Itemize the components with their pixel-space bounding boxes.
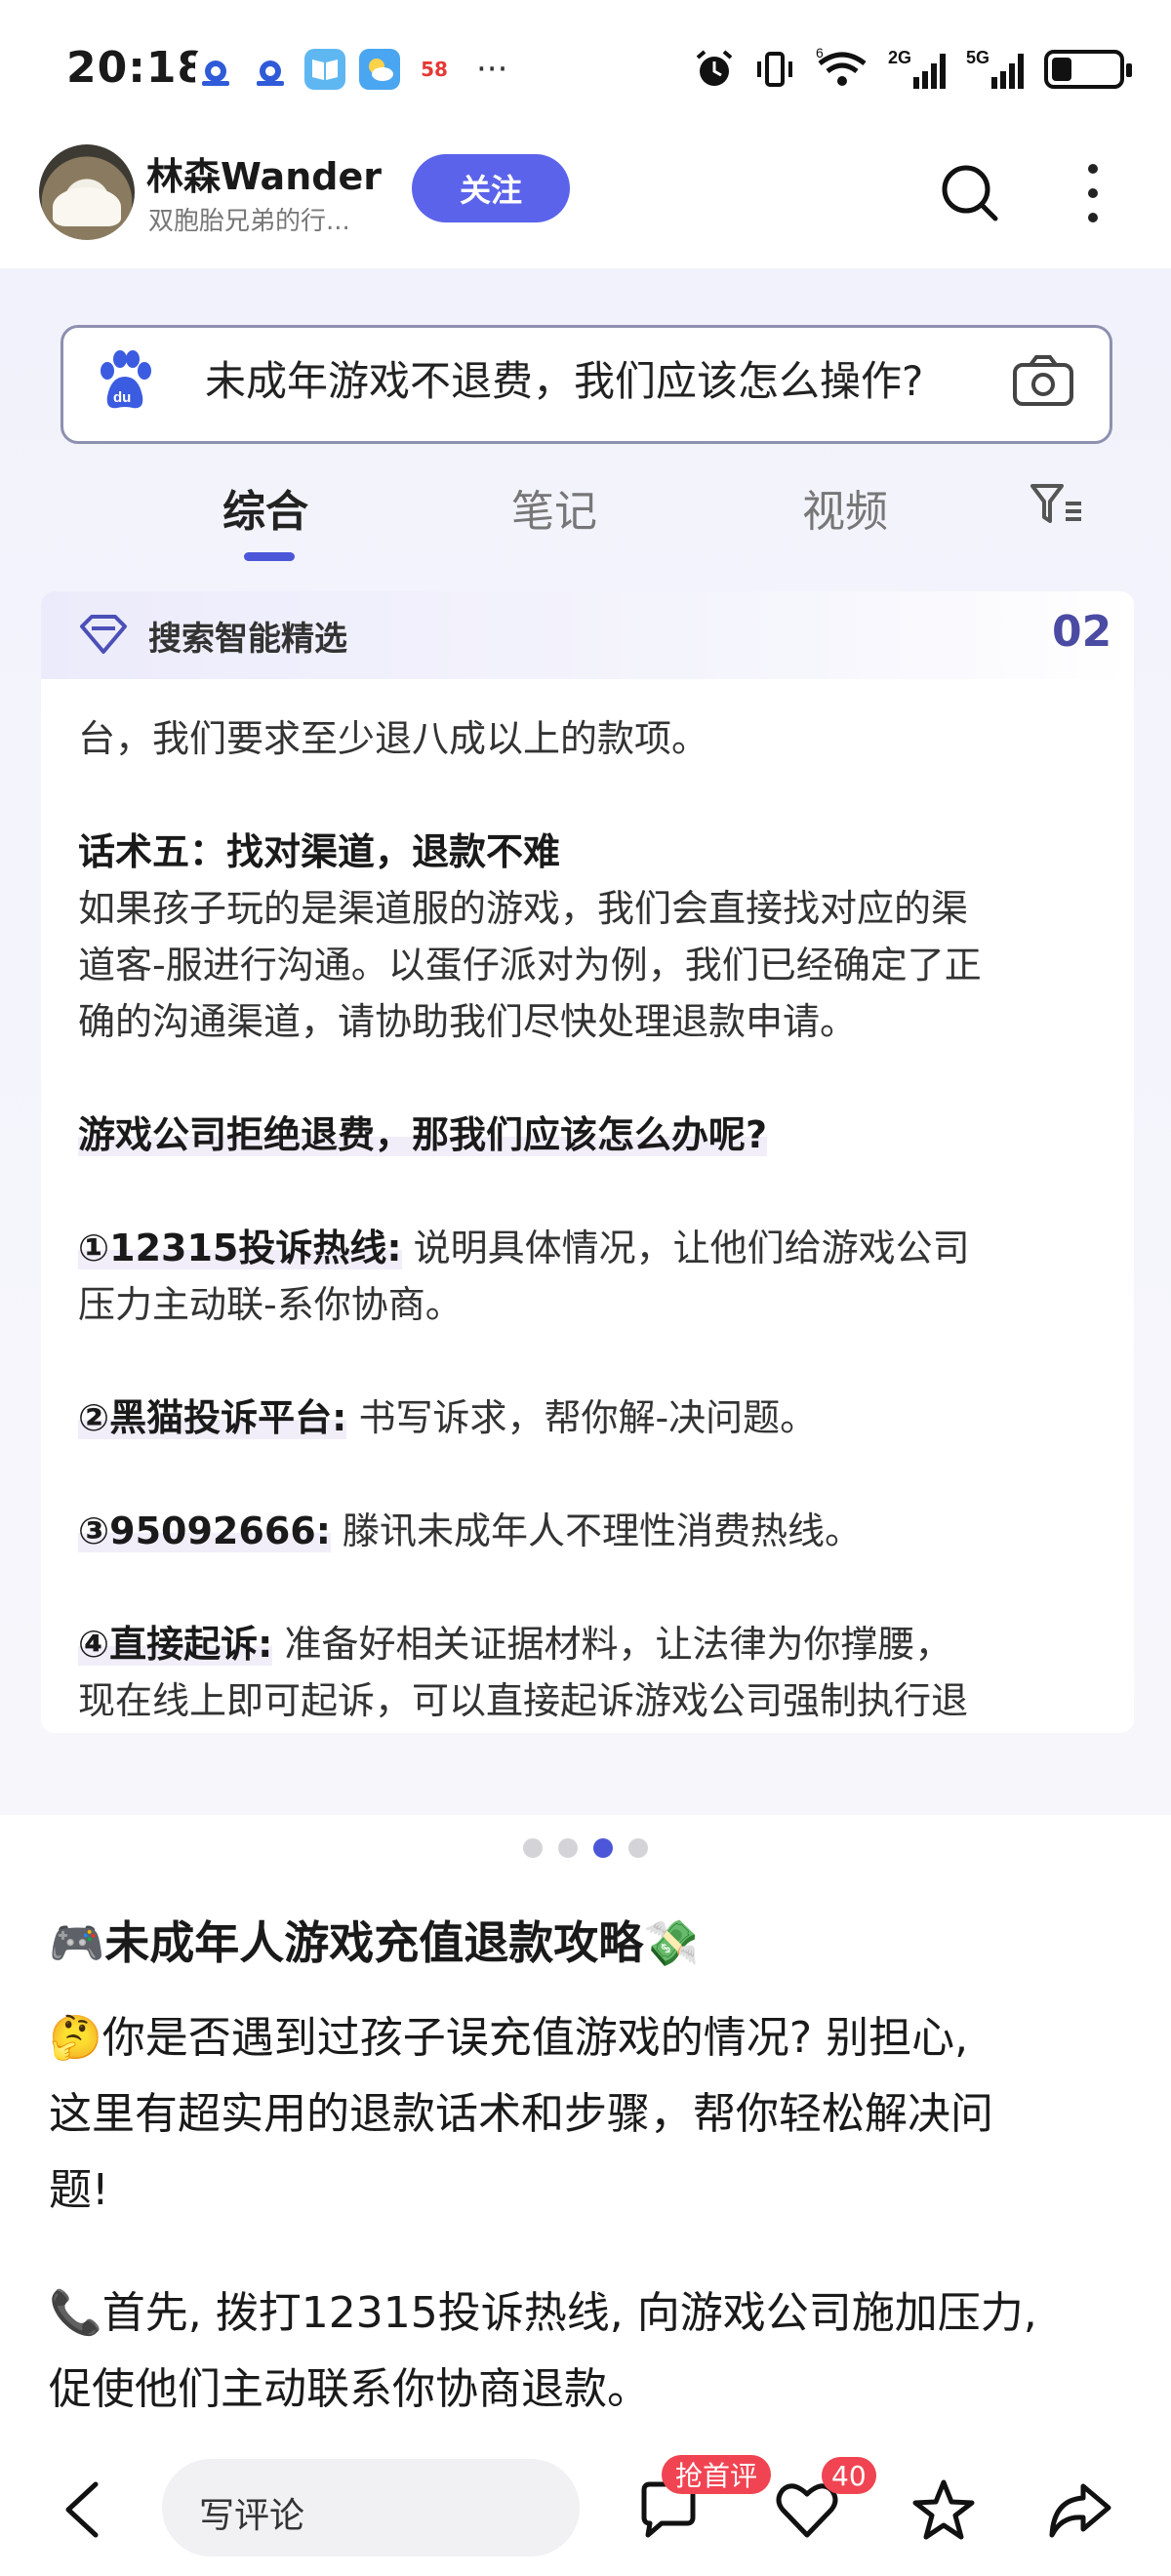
pagination-dot bbox=[593, 1838, 613, 1858]
money-emoji-icon: 💸 bbox=[643, 1916, 700, 1969]
pagination-dot bbox=[523, 1838, 543, 1858]
card-heading: 游戏公司拒绝退费，那我们应该怎么办呢? bbox=[78, 1105, 768, 1158]
ai-answer-card bbox=[41, 591, 1134, 1733]
card-item-title: ③95092666: bbox=[78, 1509, 331, 1552]
card-line: 道客-服进行沟通。以蛋仔派对为例，我们已经确定了正 bbox=[78, 944, 982, 986]
card-heading-highlight: 游戏公司拒绝退费，那我们应该怎么办呢? bbox=[78, 1113, 768, 1156]
card-item-title: ②黑猫投诉平台: bbox=[78, 1396, 347, 1439]
status-time: 20:18 bbox=[66, 43, 209, 93]
post-title: 🎮未成年人游戏充值退款攻略💸 bbox=[49, 1908, 700, 1972]
weather-icon bbox=[359, 49, 400, 90]
card-item-title: ①12315投诉热线: bbox=[78, 1227, 402, 1269]
camera-icon bbox=[1011, 351, 1075, 410]
comment-placeholder: 写评论 bbox=[199, 2496, 305, 2536]
status-app-icons: 58 ··· bbox=[195, 49, 507, 90]
baidu-paw-logo-icon: du bbox=[94, 349, 156, 418]
wifi-sub-label: 6 bbox=[816, 48, 824, 60]
back-arrow-icon[interactable] bbox=[59, 2478, 105, 2541]
thinking-emoji-icon: 🤔 bbox=[49, 2013, 102, 2063]
pagination-dot bbox=[628, 1838, 648, 1858]
share-icon[interactable] bbox=[1048, 2478, 1112, 2543]
svg-text:du: du bbox=[113, 389, 131, 406]
card-line: 压力主动联-系你协商。 bbox=[78, 1283, 463, 1326]
wifi-icon: 6 bbox=[814, 47, 870, 92]
author-avatar[interactable] bbox=[39, 144, 135, 240]
baidu-paw-icon bbox=[195, 49, 236, 90]
card-line: 如果孩子玩的是渠道服的游戏，我们会直接找对应的渠 bbox=[78, 887, 969, 930]
card-item: ①12315投诉热线: 说明具体情况，让他们给游戏公司 bbox=[78, 1218, 970, 1271]
card-item-text: 说明具体情况，让他们给游戏公司 bbox=[401, 1227, 970, 1269]
image-tab-video: 视频 bbox=[802, 487, 888, 537]
post-paragraph-line: 题! bbox=[49, 2165, 109, 2215]
card-line: 台，我们要求至少退八成以上的款项。 bbox=[78, 717, 709, 760]
card-item-text: 准备好相关证据材料，让法律为你撑腰， bbox=[272, 1623, 952, 1666]
baidu-paw-icon bbox=[250, 49, 291, 90]
card-line: 确的沟通渠道，请协助我们尽快处理退款申请。 bbox=[78, 1000, 858, 1043]
filter-icon bbox=[1029, 480, 1083, 529]
search-icon[interactable] bbox=[939, 162, 1001, 224]
author-name[interactable]: 林森Wander bbox=[146, 146, 382, 200]
card-item-title: ④直接起诉: bbox=[78, 1623, 273, 1666]
network-5g-label: 5G bbox=[966, 48, 989, 67]
ai-answer-card-title: 搜索智能精选 bbox=[148, 620, 347, 659]
more-options-icon[interactable] bbox=[1081, 164, 1105, 222]
image-tab-general: 综合 bbox=[222, 487, 308, 537]
book-icon bbox=[304, 49, 345, 90]
image-search-query: 未成年游戏不退费，我们应该怎么操作? bbox=[205, 357, 924, 405]
card-heading: 话术五：找对渠道，退款不难 bbox=[78, 830, 561, 873]
58-app-label: 58 bbox=[421, 58, 448, 81]
post-paragraph-line: 📞首先, 拨打12315投诉热线, 向游戏公司施加压力, bbox=[49, 2277, 1037, 2340]
diamond-icon bbox=[76, 613, 131, 656]
post-text: 你是否遇到过孩子误充值游戏的情况? 别担心, bbox=[101, 2013, 969, 2063]
ai-answer-page-number: 02 bbox=[1052, 607, 1112, 657]
post-paragraph-line: 🤔你是否遇到过孩子误充值游戏的情况? 别担心, bbox=[49, 2002, 968, 2065]
post-paragraph-line: 促使他们主动联系你协商退款。 bbox=[49, 2364, 650, 2414]
battery-icon bbox=[1044, 50, 1132, 89]
signal-2g-icon: 2G bbox=[888, 47, 949, 92]
status-right-icons: 6 2G 5G bbox=[693, 47, 1132, 92]
like-count-badge: 40 bbox=[822, 2457, 876, 2494]
post-text: 首先, 拨打12315投诉热线, 向游戏公司施加压力, bbox=[101, 2288, 1037, 2338]
first-comment-badge: 抢首评 bbox=[662, 2455, 772, 2494]
network-2g-label: 2G bbox=[888, 48, 911, 67]
star-icon[interactable] bbox=[911, 2478, 976, 2543]
post-paragraph-line: 这里有超实用的退款话术和步骤，帮你轻松解决问 bbox=[49, 2089, 993, 2139]
card-item: ④直接起诉: 准备好相关证据材料，让法律为你撑腰， bbox=[78, 1614, 951, 1668]
card-item-text: 滕讯未成年人不理性消费热线。 bbox=[330, 1509, 862, 1552]
image-tab-notes: 笔记 bbox=[511, 487, 597, 537]
status-bar: 20:18 58 ··· 6 2G 5G bbox=[0, 0, 1171, 137]
follow-button[interactable]: 关注 bbox=[412, 154, 570, 222]
pagination-dot bbox=[558, 1838, 578, 1858]
card-line: 现在线上即可起诉，可以直接起诉游戏公司强制执行退 bbox=[78, 1679, 969, 1722]
card-item-text: 书写诉求，帮你解-决问题。 bbox=[346, 1396, 818, 1439]
signal-5g-icon: 5G bbox=[966, 47, 1027, 92]
status-more-dots: ··· bbox=[476, 50, 508, 89]
phone-emoji-icon: 📞 bbox=[49, 2288, 102, 2338]
battery-fill bbox=[1052, 58, 1071, 81]
image-pagination bbox=[0, 1838, 1171, 1862]
card-item: ③95092666: 滕讯未成年人不理性消费热线。 bbox=[78, 1501, 862, 1554]
card-item: ②黑猫投诉平台: 书写诉求，帮你解-决问题。 bbox=[78, 1388, 817, 1441]
vibrate-icon bbox=[753, 47, 796, 92]
58-app-icon: 58 bbox=[414, 49, 455, 90]
post-title-text: 未成年人游戏充值退款攻略 bbox=[104, 1916, 644, 1969]
author-description: 双胞胎兄弟的行... bbox=[148, 207, 350, 236]
active-tab-underline bbox=[244, 552, 295, 561]
gamepad-emoji-icon: 🎮 bbox=[49, 1916, 105, 1969]
alarm-icon bbox=[693, 47, 736, 92]
